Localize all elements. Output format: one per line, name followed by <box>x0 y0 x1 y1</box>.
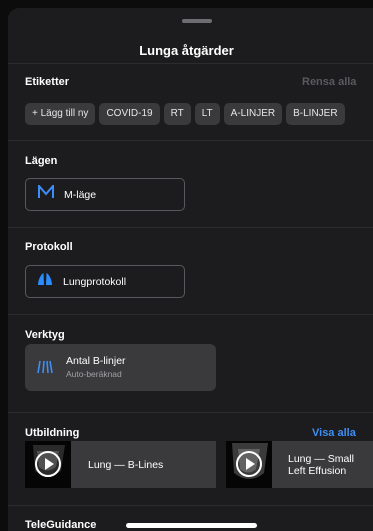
education-title: Utbildning <box>25 427 80 439</box>
b-lines-count-tool[interactable]: Antal B-linjer Auto-beräknad <box>25 344 216 391</box>
tag-chip[interactable]: COVID-19 <box>99 103 160 125</box>
tool-title: Antal B-linjer <box>66 355 126 367</box>
m-mode-label: M-läge <box>64 188 97 201</box>
video-thumbnail <box>226 441 272 488</box>
tag-chip[interactable]: B-LINJER <box>286 103 345 125</box>
m-mode-icon <box>38 183 54 204</box>
divider <box>8 227 373 228</box>
divider <box>8 314 373 315</box>
tool-subtitle: Auto-beräknad <box>66 369 122 379</box>
video-title: Lung — B-Lines <box>88 459 164 471</box>
tags-title: Etiketter <box>25 76 70 88</box>
video-thumbnail <box>25 441 71 488</box>
modes-title: Lägen <box>25 155 58 167</box>
tag-list: + Lägg till ny COVID-19 RT LT A-LINJER B-LINJ… <box>25 103 349 125</box>
add-tag-button[interactable]: + Lägg till ny <box>25 103 96 125</box>
m-mode-button[interactable]: M-läge <box>25 178 185 211</box>
tools-title: Verktyg <box>25 329 65 341</box>
tag-chip[interactable]: A-LINJER <box>223 103 283 125</box>
divider <box>8 412 373 413</box>
sheet-grabber[interactable] <box>182 19 212 23</box>
clear-all-button[interactable]: Rensa alla <box>302 76 356 88</box>
lung-icon <box>37 271 53 292</box>
lung-protocol-label: Lungprotokoll <box>63 275 127 288</box>
divider <box>8 140 373 141</box>
see-all-button[interactable]: Visa alla <box>312 427 356 439</box>
protocol-title: Protokoll <box>25 241 73 253</box>
divider <box>8 63 373 64</box>
video-card[interactable]: Lung — B-Lines <box>25 441 216 488</box>
tag-chip[interactable]: LT <box>194 103 220 125</box>
video-title: Lung — Small Left Effusion <box>288 453 354 477</box>
teleguidance-title: TeleGuidance <box>25 519 97 531</box>
tag-chip[interactable]: RT <box>163 103 191 125</box>
home-indicator[interactable] <box>126 523 257 528</box>
sheet-title: Lunga åtgärder <box>139 43 234 58</box>
b-lines-icon <box>37 360 53 379</box>
lung-protocol-button[interactable]: Lungprotokoll <box>25 265 185 298</box>
video-card[interactable]: Lung — Small Left Effusion <box>226 441 373 488</box>
divider <box>8 505 373 506</box>
